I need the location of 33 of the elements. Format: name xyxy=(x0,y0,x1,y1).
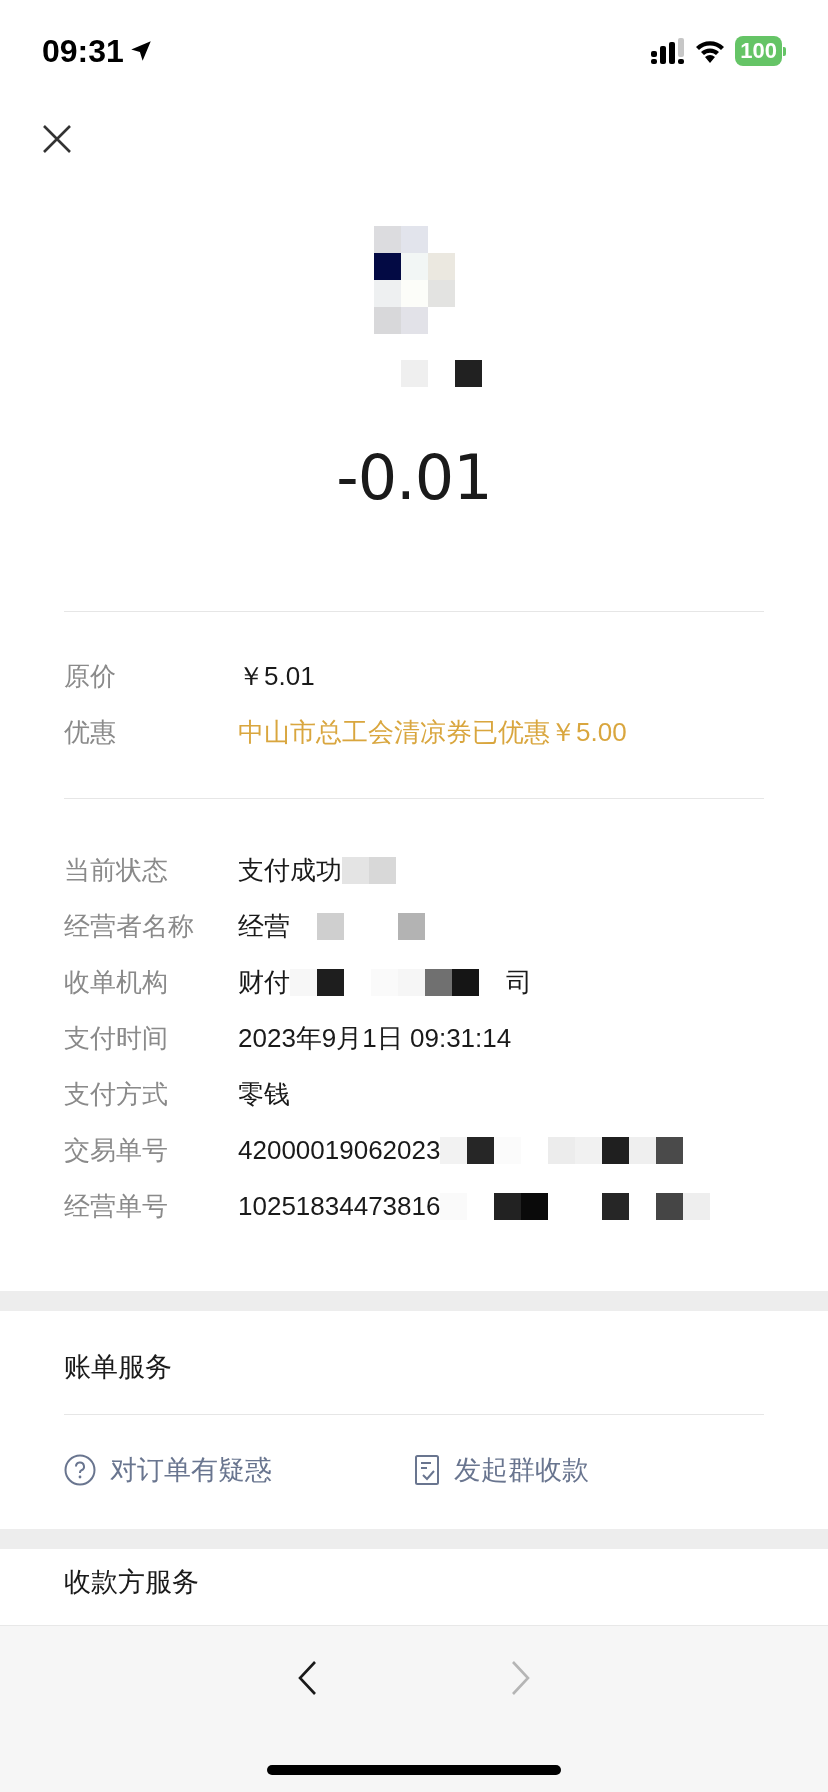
section-title: 收款方服务 xyxy=(64,1567,199,1597)
row-value: 中山市总工会清凉券已优惠￥5.00 xyxy=(238,715,627,749)
chevron-left-icon xyxy=(297,1660,317,1696)
row-value: ￥5.01 xyxy=(238,659,315,693)
row-label: 当前状态 xyxy=(64,853,169,887)
row-label: 原价 xyxy=(64,659,117,693)
row-value: 42000019062023 xyxy=(238,1133,441,1167)
row-value: 司 xyxy=(506,965,532,999)
service-link[interactable]: 对订单有疑惑 xyxy=(64,1449,414,1491)
row-label: 优惠 xyxy=(64,715,117,749)
row-label: 收单机构 xyxy=(64,965,169,999)
service-link[interactable]: 发起群收款 xyxy=(414,1449,764,1491)
row-value: 零钱 xyxy=(238,1077,290,1111)
clock-time: 09:31 xyxy=(42,32,124,71)
row-label: 支付方式 xyxy=(64,1077,169,1111)
mosaic-drawing xyxy=(342,856,396,884)
amount-text: -0.01 xyxy=(336,443,492,513)
signal-icon xyxy=(651,38,686,64)
battery-indicator: 100 xyxy=(735,36,782,66)
row-value: 10251834473816 xyxy=(238,1189,441,1223)
row-label: 经营单号 xyxy=(64,1189,169,1223)
row-value: 2023年9月1日 09:31:14 xyxy=(238,1021,512,1055)
section-title: 账单服务 xyxy=(64,1351,172,1385)
question-icon xyxy=(64,1454,96,1486)
row-value: 支付成功 xyxy=(238,853,342,887)
wifi-icon xyxy=(695,39,726,63)
row-label: 经营者名称 xyxy=(64,909,195,943)
row-label: 支付时间 xyxy=(64,1021,169,1055)
row-label: 交易单号 xyxy=(64,1133,169,1167)
row-value: 财付 xyxy=(238,965,290,999)
checklist-icon xyxy=(414,1454,440,1486)
row-value: 经营 xyxy=(238,909,290,943)
chevron-right-icon xyxy=(511,1660,531,1696)
